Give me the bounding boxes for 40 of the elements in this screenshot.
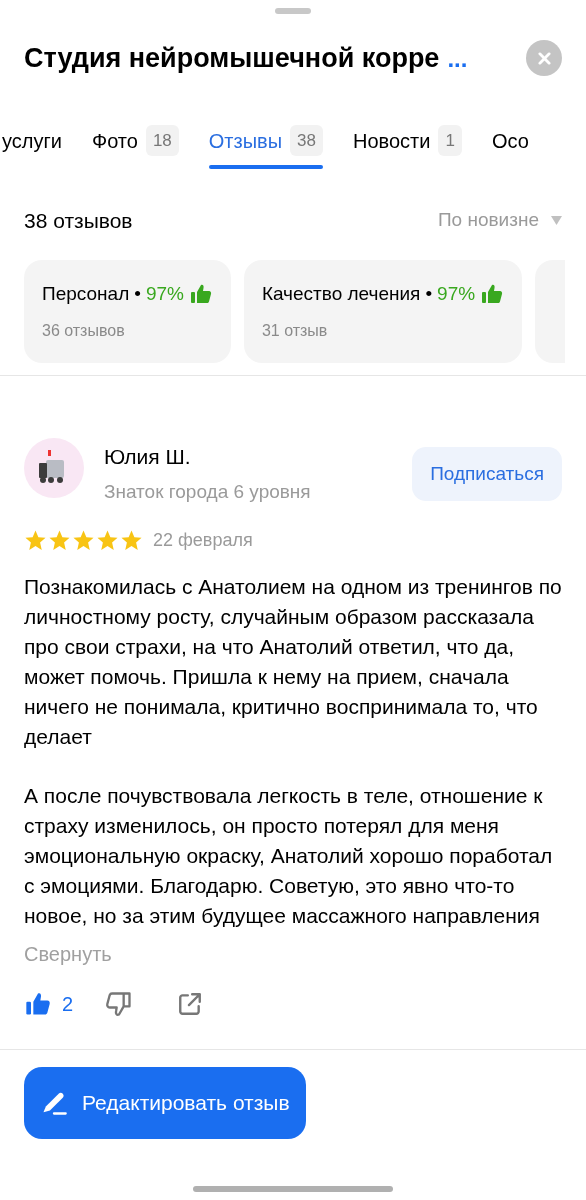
star-icon [72,528,95,552]
like-button[interactable]: 2 [24,988,74,1019]
star-icon [48,528,71,552]
share-icon [177,990,204,1017]
aspect-name: Качество лечения [261,282,421,306]
star-icon [96,528,119,552]
review-text: А после почувствовала легкость в теле, отношение к страху изменилось, он просто потерял для меня эмоциональную окраску, Анатолий хорошо поработал с эмоциями. Благодарю. Советую, это явно что-то новое, но за этим будущее массажного направления [24,782,554,929]
thumbs-down-icon [105,989,134,1018]
avatar [24,437,84,498]
author-name[interactable]: Юлия Ш. [104,440,311,472]
review-text: Познакомилась с Анатолием на одном из тренингов по личностному росту, случайным образом рассказала про свои страхи, на что Анатолий ответил, что да, может помочь. Пришла к нему на прием, сначала ничего не понимала, критично воспринимала то, что делает [24,573,562,750]
tab[interactable]: Осо [491,124,529,169]
aspect-name: Персонал [42,282,130,306]
aspect-count: 31 отзыв [261,320,329,341]
star-icon [120,528,143,552]
drag-handle[interactable] [275,8,311,14]
close-button[interactable] [526,40,562,77]
review-date: 22 февраля [153,528,253,552]
aspect-card[interactable]: Качество лечения • 97% 31 отзыв [243,260,523,363]
aspect-count: 36 отзывов [42,320,126,341]
aspect-percent: 97% [145,282,184,306]
tab[interactable]: Отзывы 38 [208,124,323,169]
reviews-count: 38 отзывов [24,207,133,234]
separator: • [134,282,141,306]
dislike-button[interactable] [105,989,134,1018]
aspect-card[interactable]: Персонал • 97% 36 отзывов [24,260,231,363]
tab[interactable]: Фото 18 [91,124,179,169]
place-title: Студия нейромышечной корре [24,42,440,75]
aspect-percent: 97% [437,282,476,306]
subscribe-button[interactable]: Подписаться [412,446,562,501]
star-icon [24,528,47,552]
caret-icon [551,215,562,225]
tab[interactable]: Новости 1 [353,124,462,169]
more-link[interactable]: ... [447,41,468,77]
edit-review-button[interactable]: Редактировать отзыв [24,1066,306,1139]
tab[interactable]: услуги [2,124,62,169]
author-level: Знаток города 6 уровня [104,480,311,504]
close-icon [537,51,551,65]
separator: • [425,282,433,306]
share-button[interactable] [177,990,204,1017]
